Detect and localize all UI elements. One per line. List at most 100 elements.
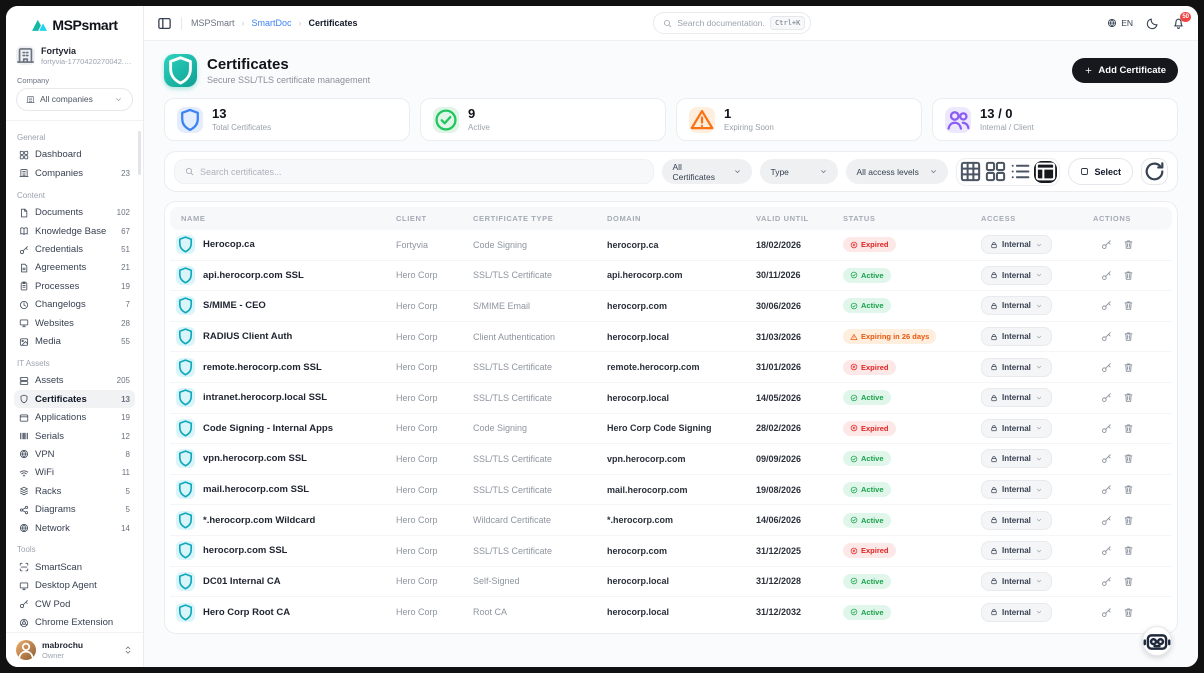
global-search[interactable]: Ctrl+K bbox=[653, 12, 811, 34]
company-select[interactable]: All companies bbox=[16, 88, 133, 111]
table-row[interactable]: Hero Corp Root CA Hero Corp Root CA hero… bbox=[170, 597, 1172, 628]
sidebar-item[interactable]: Diagrams 5 bbox=[14, 500, 135, 518]
view-toggle-button[interactable] bbox=[1009, 161, 1032, 183]
sidebar-toggle-icon[interactable] bbox=[157, 16, 172, 31]
table-row[interactable]: vpn.herocorp.com SSL Hero Corp SSL/TLS C… bbox=[170, 444, 1172, 475]
access-dropdown[interactable]: Internal bbox=[981, 235, 1052, 254]
certificate-name[interactable]: Hero Corp Root CA bbox=[203, 607, 290, 618]
sidebar-item[interactable]: Applications 19 bbox=[14, 408, 135, 426]
certificate-name[interactable]: Herocop.ca bbox=[203, 239, 255, 250]
certificate-name[interactable]: mail.herocorp.com SSL bbox=[203, 484, 309, 495]
sidebar-item[interactable]: Processes 19 bbox=[14, 277, 135, 295]
sidebar-item[interactable]: Racks 5 bbox=[14, 482, 135, 500]
table-row[interactable]: api.herocorp.com SSL Hero Corp SSL/TLS C… bbox=[170, 261, 1172, 292]
delete-trash-icon[interactable] bbox=[1123, 239, 1134, 250]
access-dropdown[interactable]: Internal bbox=[981, 603, 1052, 622]
assistant-button[interactable] bbox=[1142, 626, 1172, 656]
credentials-key-icon[interactable] bbox=[1101, 545, 1112, 556]
certificate-name[interactable]: api.herocorp.com SSL bbox=[203, 270, 304, 281]
delete-trash-icon[interactable] bbox=[1123, 331, 1134, 342]
table-row[interactable]: mail.herocorp.com SSL Hero Corp SSL/TLS … bbox=[170, 475, 1172, 506]
credentials-key-icon[interactable] bbox=[1101, 239, 1112, 250]
access-dropdown[interactable]: Internal bbox=[981, 449, 1052, 468]
access-dropdown[interactable]: Internal bbox=[981, 388, 1052, 407]
table-row[interactable]: Code Signing - Internal Apps Hero Corp C… bbox=[170, 414, 1172, 445]
filter-dropdown[interactable]: All access levels bbox=[846, 159, 948, 184]
sidebar-item[interactable]: Serials 12 bbox=[14, 427, 135, 445]
credentials-key-icon[interactable] bbox=[1101, 607, 1112, 618]
credentials-key-icon[interactable] bbox=[1101, 484, 1112, 495]
sidebar-item[interactable]: VPN 8 bbox=[14, 445, 135, 463]
delete-trash-icon[interactable] bbox=[1123, 270, 1134, 281]
access-dropdown[interactable]: Internal bbox=[981, 511, 1052, 530]
select-button[interactable]: Select bbox=[1068, 158, 1133, 185]
sidebar-item[interactable]: Certificates 13 bbox=[14, 390, 135, 408]
certificate-name[interactable]: *.herocorp.com Wildcard bbox=[203, 515, 315, 526]
sidebar-item[interactable]: Chrome Extension bbox=[14, 613, 135, 631]
access-dropdown[interactable]: Internal bbox=[981, 327, 1052, 346]
access-dropdown[interactable]: Internal bbox=[981, 358, 1052, 377]
notifications-button[interactable]: 50 bbox=[1172, 17, 1185, 30]
add-certificate-button[interactable]: Add Certificate bbox=[1072, 58, 1178, 83]
access-dropdown[interactable]: Internal bbox=[981, 541, 1052, 560]
table-row[interactable]: DC01 Internal CA Hero Corp Self-Signed h… bbox=[170, 567, 1172, 598]
delete-trash-icon[interactable] bbox=[1123, 423, 1134, 434]
credentials-key-icon[interactable] bbox=[1101, 331, 1112, 342]
sidebar-item[interactable]: Credentials 51 bbox=[14, 240, 135, 258]
certificate-name[interactable]: RADIUS Client Auth bbox=[203, 331, 292, 342]
access-dropdown[interactable]: Internal bbox=[981, 419, 1052, 438]
view-toggle-button[interactable] bbox=[959, 161, 982, 183]
brand-logo[interactable]: MSPsmart bbox=[6, 6, 143, 44]
sidebar-item[interactable]: Desktop Agent bbox=[14, 577, 135, 595]
access-dropdown[interactable]: Internal bbox=[981, 296, 1052, 315]
workspace-switcher[interactable]: Fortyvia fortyvia-1770420270042.mspsm... bbox=[6, 44, 143, 73]
access-dropdown[interactable]: Internal bbox=[981, 266, 1052, 285]
breadcrumb-section[interactable]: SmartDoc bbox=[252, 18, 292, 28]
breadcrumb-app[interactable]: MSPSmart bbox=[191, 18, 235, 28]
credentials-key-icon[interactable] bbox=[1101, 300, 1112, 311]
view-toggle-button[interactable] bbox=[984, 161, 1007, 183]
delete-trash-icon[interactable] bbox=[1123, 545, 1134, 556]
delete-trash-icon[interactable] bbox=[1123, 362, 1134, 373]
certificates-search-input[interactable] bbox=[200, 167, 643, 177]
credentials-key-icon[interactable] bbox=[1101, 362, 1112, 373]
table-row[interactable]: S/MIME - CEO Hero Corp S/MIME Email hero… bbox=[170, 291, 1172, 322]
table-row[interactable]: RADIUS Client Auth Hero Corp Client Auth… bbox=[170, 322, 1172, 353]
filter-dropdown[interactable]: Type bbox=[760, 159, 838, 184]
delete-trash-icon[interactable] bbox=[1123, 300, 1134, 311]
certificate-name[interactable]: herocorp.com SSL bbox=[203, 545, 287, 556]
certificate-name[interactable]: intranet.herocorp.local SSL bbox=[203, 392, 327, 403]
global-search-input[interactable] bbox=[677, 18, 765, 28]
delete-trash-icon[interactable] bbox=[1123, 607, 1134, 618]
access-dropdown[interactable]: Internal bbox=[981, 480, 1052, 499]
sidebar-item[interactable]: Assets 205 bbox=[14, 372, 135, 390]
table-row[interactable]: Herocop.ca Fortyvia Code Signing herocor… bbox=[170, 230, 1172, 261]
sidebar-item[interactable]: SmartScan bbox=[14, 558, 135, 576]
dark-mode-toggle[interactable] bbox=[1146, 17, 1159, 30]
delete-trash-icon[interactable] bbox=[1123, 576, 1134, 587]
credentials-key-icon[interactable] bbox=[1101, 392, 1112, 403]
filter-dropdown[interactable]: All Certificates bbox=[662, 159, 752, 184]
sidebar-item[interactable]: Companies 23 bbox=[14, 164, 135, 182]
credentials-key-icon[interactable] bbox=[1101, 576, 1112, 587]
delete-trash-icon[interactable] bbox=[1123, 392, 1134, 403]
table-row[interactable]: *.herocorp.com Wildcard Hero Corp Wildca… bbox=[170, 505, 1172, 536]
delete-trash-icon[interactable] bbox=[1123, 453, 1134, 464]
credentials-key-icon[interactable] bbox=[1101, 270, 1112, 281]
sidebar-item[interactable]: Media 55 bbox=[14, 332, 135, 350]
certificate-name[interactable]: S/MIME - CEO bbox=[203, 300, 266, 311]
view-toggle-button[interactable] bbox=[1034, 161, 1057, 183]
sidebar-item[interactable]: Network 14 bbox=[14, 519, 135, 537]
sidebar-item[interactable]: Dashboard bbox=[14, 146, 135, 164]
credentials-key-icon[interactable] bbox=[1101, 423, 1112, 434]
user-menu[interactable]: mabrochu Owner bbox=[6, 632, 143, 667]
credentials-key-icon[interactable] bbox=[1101, 515, 1112, 526]
sidebar-item[interactable]: CW Pod bbox=[14, 595, 135, 613]
certificates-search[interactable] bbox=[174, 159, 654, 184]
sidebar-item[interactable]: Agreements 21 bbox=[14, 259, 135, 277]
certificate-name[interactable]: remote.herocorp.com SSL bbox=[203, 362, 322, 373]
sidebar-item[interactable]: Documents 102 bbox=[14, 204, 135, 222]
certificate-name[interactable]: Code Signing - Internal Apps bbox=[203, 423, 333, 434]
sidebar-item[interactable]: Knowledge Base 67 bbox=[14, 222, 135, 240]
credentials-key-icon[interactable] bbox=[1101, 453, 1112, 464]
